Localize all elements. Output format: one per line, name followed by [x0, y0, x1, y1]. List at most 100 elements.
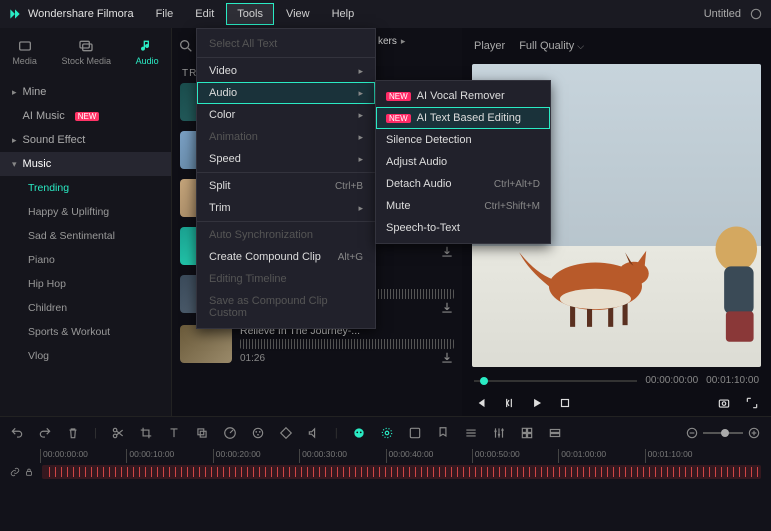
zoom-in-icon[interactable] [747, 426, 761, 440]
cat-music[interactable]: ▾Music [0, 152, 171, 176]
video-track-row[interactable] [0, 463, 771, 481]
progress-bar[interactable] [474, 380, 637, 382]
dd-speed[interactable]: Speed▸ [197, 148, 375, 170]
tick: 00:00:40:00 [386, 449, 472, 463]
dd-color[interactable]: Color▸ [197, 104, 375, 126]
mode-tabs: Media Stock Media Audio [0, 28, 171, 76]
media-icon [17, 38, 33, 54]
mode-media[interactable]: Media [12, 38, 37, 66]
play-icon[interactable] [530, 396, 544, 410]
dd-animation[interactable]: Animation▸ [197, 126, 375, 148]
sm-speech-to-text[interactable]: Speech-to-Text [376, 217, 550, 239]
dd-trim[interactable]: Trim▸ [197, 197, 375, 219]
timeline-ruler[interactable]: 00:00:00:00 00:00:10:00 00:00:20:00 00:0… [0, 449, 771, 463]
dd-sep [197, 221, 375, 222]
track-icon[interactable] [464, 426, 478, 440]
redo-icon[interactable] [38, 426, 52, 440]
sm-detach-audio[interactable]: Detach AudioCtrl+Alt+D [376, 173, 550, 195]
tick: 00:01:10:00 [645, 449, 731, 463]
cat-sound-effect[interactable]: ▸Sound Effect [0, 128, 171, 152]
delete-icon[interactable] [66, 426, 80, 440]
cloud-icon[interactable] [749, 7, 763, 21]
timeline-toolbar: | | [0, 417, 771, 449]
audio-tool-icon[interactable] [307, 426, 321, 440]
cat-ai-music[interactable]: ▸AI MusicNEW [0, 104, 171, 128]
sub-sad[interactable]: Sad & Sentimental [0, 224, 171, 248]
menu-help[interactable]: Help [322, 4, 365, 24]
copy-icon[interactable] [195, 426, 209, 440]
dd-compound[interactable]: Create Compound ClipAlt+G [197, 246, 375, 268]
menu-edit[interactable]: Edit [185, 4, 224, 24]
sub-piano[interactable]: Piano [0, 248, 171, 272]
mode-audio[interactable]: Audio [136, 38, 159, 66]
dd-save-compound[interactable]: Save as Compound Clip Custom [197, 290, 375, 324]
menu-file[interactable]: File [146, 4, 184, 24]
prev-frame-icon[interactable] [474, 396, 488, 410]
sub-hiphop[interactable]: Hip Hop [0, 272, 171, 296]
timeline-panel: | | 00:00:00:00 00:00:10:00 00:00:20:00 … [0, 416, 771, 531]
grid2-icon[interactable] [548, 426, 562, 440]
snapshot-icon[interactable] [717, 396, 731, 410]
sm-mute[interactable]: MuteCtrl+Shift+M [376, 195, 550, 217]
sub-children[interactable]: Children [0, 296, 171, 320]
menu-view[interactable]: View [276, 4, 320, 24]
tick: 00:01:00:00 [558, 449, 644, 463]
search-icon[interactable] [178, 38, 194, 54]
progress-thumb[interactable] [480, 377, 488, 385]
link-icon[interactable] [10, 466, 20, 478]
sub-vlog[interactable]: Vlog [0, 344, 171, 368]
stop-icon[interactable] [558, 396, 572, 410]
new-badge: NEW [386, 92, 411, 101]
filmora-icon [8, 7, 22, 21]
effects-icon[interactable] [380, 426, 394, 440]
text-icon[interactable] [167, 426, 181, 440]
zoom-out-icon[interactable] [685, 426, 699, 440]
marker-icon[interactable] [436, 426, 450, 440]
lock-icon[interactable] [24, 466, 34, 478]
sm-vocal-remover[interactable]: NEWAI Vocal Remover [376, 85, 550, 107]
crop-icon[interactable] [139, 426, 153, 440]
step-back-icon[interactable] [502, 396, 516, 410]
sub-trending[interactable]: Trending [0, 176, 171, 200]
grid1-icon[interactable] [520, 426, 534, 440]
download-icon[interactable] [440, 301, 454, 315]
sub-sports[interactable]: Sports & Workout [0, 320, 171, 344]
cat-mine[interactable]: ▸Mine [0, 80, 171, 104]
speed-icon[interactable] [223, 426, 237, 440]
sm-text-based-editing[interactable]: NEWAI Text Based Editing [376, 107, 550, 129]
mode-media-label: Media [12, 56, 37, 66]
quality-dropdown[interactable]: Full Quality ⌵ [519, 40, 584, 52]
tick: 00:00:50:00 [472, 449, 558, 463]
download-icon[interactable] [440, 245, 454, 259]
download-icon[interactable] [440, 351, 454, 365]
dd-edit-timeline[interactable]: Editing Timeline [197, 268, 375, 290]
color-icon[interactable] [251, 426, 265, 440]
adjust-icon[interactable] [492, 426, 506, 440]
expand-icon[interactable] [745, 396, 759, 410]
mode-stock-label: Stock Media [61, 56, 111, 66]
sm-silence-detection[interactable]: Silence Detection [376, 129, 550, 151]
dd-auto-sync[interactable]: Auto Synchronization [197, 224, 375, 246]
keyframe-icon[interactable] [279, 426, 293, 440]
mask-icon[interactable] [408, 426, 422, 440]
undo-icon[interactable] [10, 426, 24, 440]
dd-video[interactable]: Video▸ [197, 60, 375, 82]
mode-stock[interactable]: Stock Media [61, 38, 111, 66]
video-track-clips[interactable] [42, 465, 761, 479]
project-title[interactable]: Untitled [704, 8, 741, 20]
cut-icon[interactable] [111, 426, 125, 440]
dd-audio[interactable]: Audio▸ [197, 82, 375, 104]
app-name: Wondershare Filmora [28, 8, 134, 20]
menu-tools[interactable]: Tools [226, 3, 274, 25]
track-row[interactable]: Relieve In The Journey-...01:26 [180, 325, 454, 365]
zoom-slider[interactable] [685, 426, 761, 440]
sub-happy[interactable]: Happy & Uplifting [0, 200, 171, 224]
ai-icon[interactable] [352, 426, 366, 440]
dd-split[interactable]: SplitCtrl+B [197, 175, 375, 197]
track-duration: 01:26 [240, 353, 265, 364]
tools-dropdown: Select All Text Video▸ Audio▸ Color▸ Ani… [196, 28, 376, 329]
sort-dropdown-partial[interactable]: kers▸ [378, 36, 405, 47]
time-current: 00:00:00:00 [645, 375, 698, 386]
sm-adjust-audio[interactable]: Adjust Audio [376, 151, 550, 173]
dd-select-all-text[interactable]: Select All Text [197, 33, 375, 55]
